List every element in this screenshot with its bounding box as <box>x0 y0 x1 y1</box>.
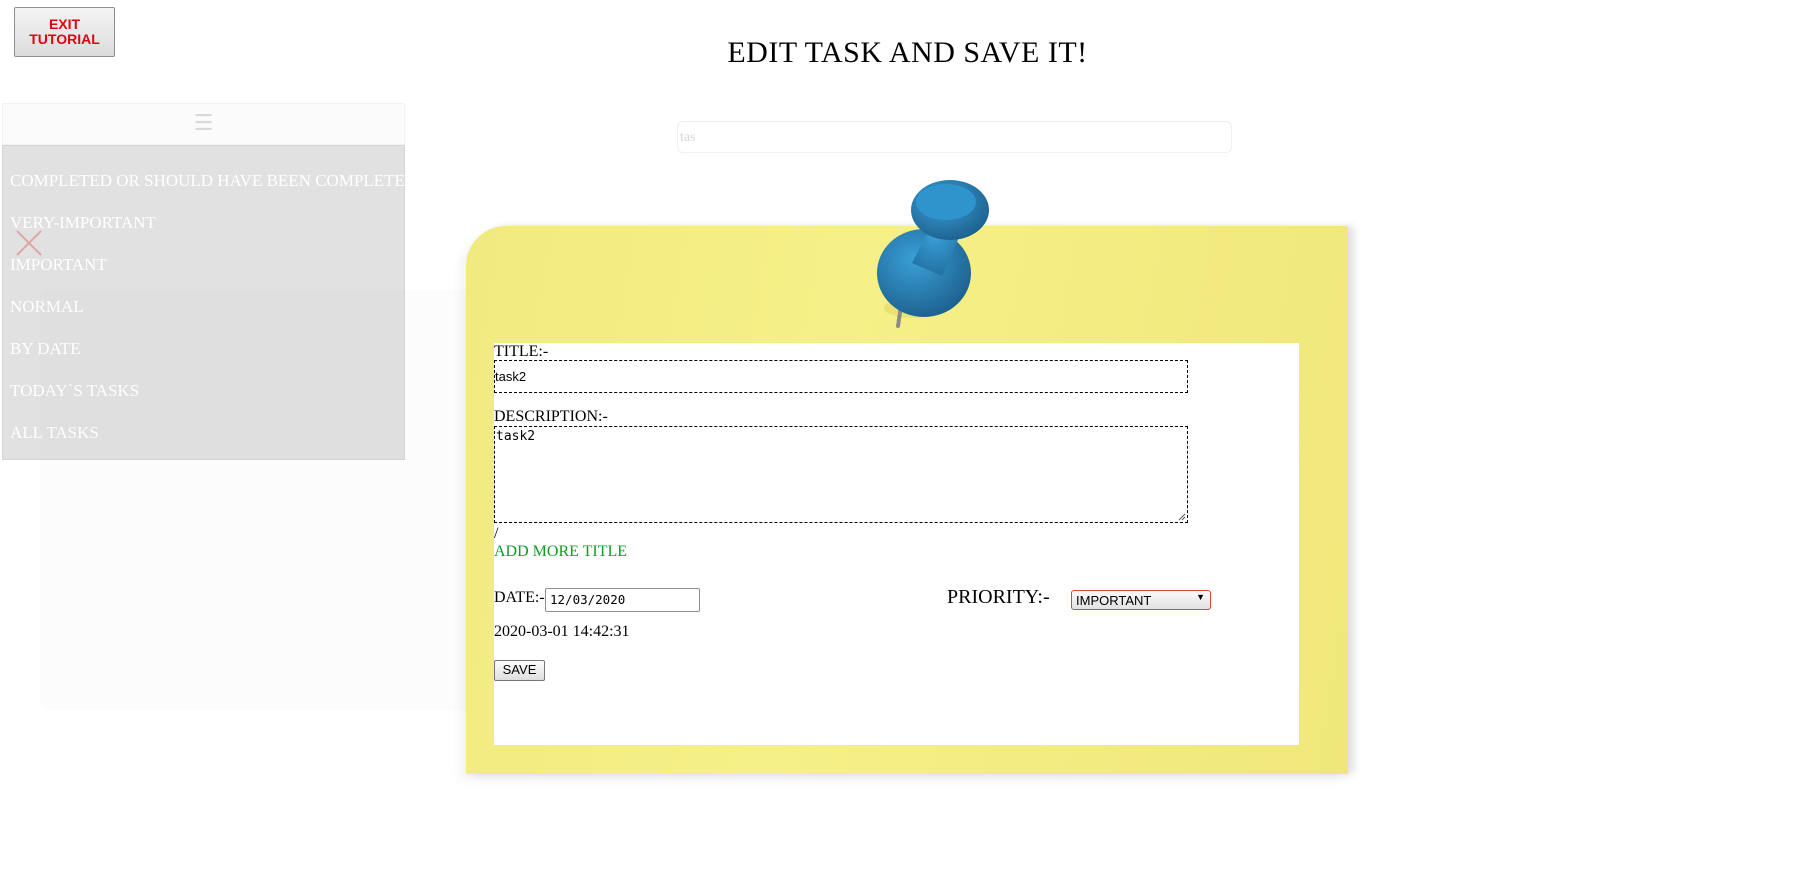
title-label: TITLE:- <box>494 343 549 360</box>
timestamp: 2020-03-01 14:42:31 <box>494 623 630 640</box>
sidebar-item-important[interactable]: IMPORTANT <box>3 247 404 289</box>
resize-grip-icon[interactable] <box>1178 513 1186 521</box>
pushpin-icon <box>877 180 989 328</box>
priority-value: IMPORTANT <box>1076 593 1152 608</box>
description-field[interactable]: task2 <box>494 426 1188 523</box>
dropdown-arrow-icon: ▼ <box>1196 592 1205 602</box>
slash-text: / <box>494 525 499 542</box>
sidebar-item-completed[interactable]: COMPLETED OR SHOULD HAVE BEEN COMPLETED <box>3 163 417 205</box>
sidebar-item-all-tasks[interactable]: ALL TASKS <box>3 415 404 457</box>
sidebar-menu: COMPLETED OR SHOULD HAVE BEEN COMPLETED … <box>2 145 417 460</box>
title-field[interactable]: task2 <box>494 360 1188 393</box>
search-input[interactable]: tas <box>677 121 1232 153</box>
menu-icon[interactable]: ☰ <box>2 103 405 145</box>
sidebar-item-normal[interactable]: NORMAL <box>3 289 404 331</box>
save-button[interactable]: SAVE <box>494 660 545 681</box>
sidebar-item-todays-tasks[interactable]: TODAY`S TASKS <box>3 373 404 415</box>
exit-tutorial-line1: EXIT <box>48 16 81 32</box>
priority-select[interactable]: IMPORTANT ▼ <box>1071 590 1211 610</box>
date-label: DATE:- <box>494 589 545 606</box>
close-icon[interactable] <box>14 228 44 258</box>
add-more-title-link[interactable]: ADD MORE TITLE <box>494 543 627 561</box>
sidebar: ☰ COMPLETED OR SHOULD HAVE BEEN COMPLETE… <box>2 103 417 460</box>
priority-label: PRIORITY:- <box>947 586 1050 608</box>
description-label: DESCRIPTION:- <box>494 408 608 425</box>
edit-task-form: TITLE:- task2 DESCRIPTION:- task2 / ADD … <box>494 343 1299 745</box>
sidebar-item-very-important[interactable]: VERY-IMPORTANT <box>3 205 404 247</box>
date-field[interactable]: 12/03/2020 <box>545 588 700 612</box>
page-title: EDIT TASK AND SAVE IT! <box>727 36 1088 69</box>
sidebar-item-by-date[interactable]: BY DATE <box>3 331 404 373</box>
description-text: task2 <box>496 429 536 444</box>
